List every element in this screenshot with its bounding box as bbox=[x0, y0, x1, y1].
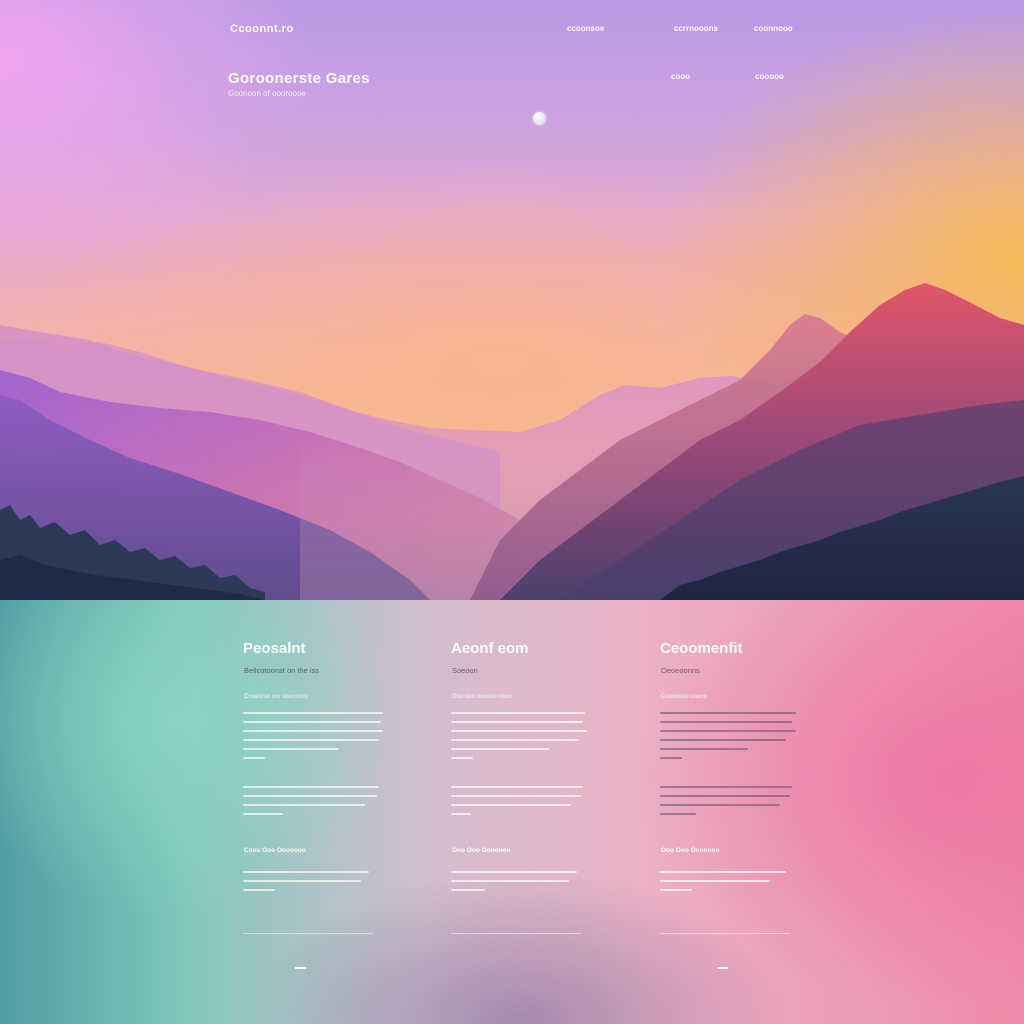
feature-body-text-2 bbox=[243, 786, 385, 822]
feature-kicker: Ooo ooo oooooo oooo bbox=[452, 694, 512, 700]
pager-prev-dash[interactable] bbox=[295, 967, 306, 969]
sub-nav-link-1[interactable]: cooo bbox=[671, 72, 690, 81]
scroll-indicator-dot[interactable] bbox=[533, 112, 546, 125]
feature-link[interactable]: Coos Ooo Ooooooo bbox=[244, 847, 306, 854]
feature-link[interactable]: Ooo Ooo Ooooooo bbox=[452, 847, 510, 854]
feature-tagline: Soeoon bbox=[452, 666, 478, 675]
feature-body-text-3 bbox=[243, 871, 385, 898]
feature-kicker: Cooooooo ooooo bbox=[661, 694, 708, 700]
feature-body-text bbox=[243, 712, 385, 766]
hero-section: Ccoonnt.ro ccoonsoe ccrrnooons coonnooo … bbox=[0, 0, 1024, 600]
feature-card: Aeonf eom Soeoon Ooo ooo oooooo oooo Ooo… bbox=[451, 600, 631, 1024]
feature-divider bbox=[660, 933, 790, 934]
feature-tagline: Bellcotoonst on the iss bbox=[244, 666, 320, 675]
nav-link-1[interactable]: ccoonsoe bbox=[567, 24, 604, 33]
feature-body-text-2 bbox=[451, 786, 593, 822]
feature-title: Aeonf eom bbox=[451, 640, 529, 657]
pager-next-dash[interactable] bbox=[717, 967, 728, 969]
top-navigation: ccoonsoe ccrrnooons coonnooo bbox=[0, 24, 1024, 38]
feature-title: Peosalnt bbox=[243, 640, 306, 657]
feature-body-text-2 bbox=[660, 786, 802, 822]
feature-body-text-3 bbox=[451, 871, 593, 898]
feature-divider bbox=[451, 933, 581, 934]
sub-nav-link-2[interactable]: cooooo bbox=[755, 72, 784, 81]
feature-link[interactable]: Ooo Ooo Ooooooo bbox=[661, 847, 719, 854]
features-section: Peosalnt Bellcotoonst on the iss Cooeoro… bbox=[0, 600, 1024, 1024]
feature-tagline: Oeoeoonns bbox=[661, 666, 700, 675]
feature-card: Peosalnt Bellcotoonst on the iss Cooeoro… bbox=[243, 600, 423, 1024]
nav-link-3[interactable]: coonnooo bbox=[754, 24, 793, 33]
secondary-navigation: cooo cooooo bbox=[0, 72, 1024, 84]
hero-subtitle: Goonoon of oooroooe bbox=[228, 89, 306, 98]
mountain-landscape-illustration bbox=[0, 283, 1024, 600]
feature-divider bbox=[243, 933, 373, 934]
feature-title: Ceoomenfit bbox=[660, 640, 743, 657]
feature-kicker: Cooeoroo oor ooooooro bbox=[244, 694, 308, 700]
feature-body-text bbox=[660, 712, 802, 766]
feature-card: Ceoomenfit Oeoeoonns Cooooooo ooooo Ooo … bbox=[660, 600, 840, 1024]
feature-body-text-3 bbox=[660, 871, 802, 898]
nav-link-2[interactable]: ccrrnooons bbox=[674, 24, 718, 33]
feature-body-text bbox=[451, 712, 593, 766]
hero-title: Goroonerste Gares bbox=[228, 70, 370, 87]
